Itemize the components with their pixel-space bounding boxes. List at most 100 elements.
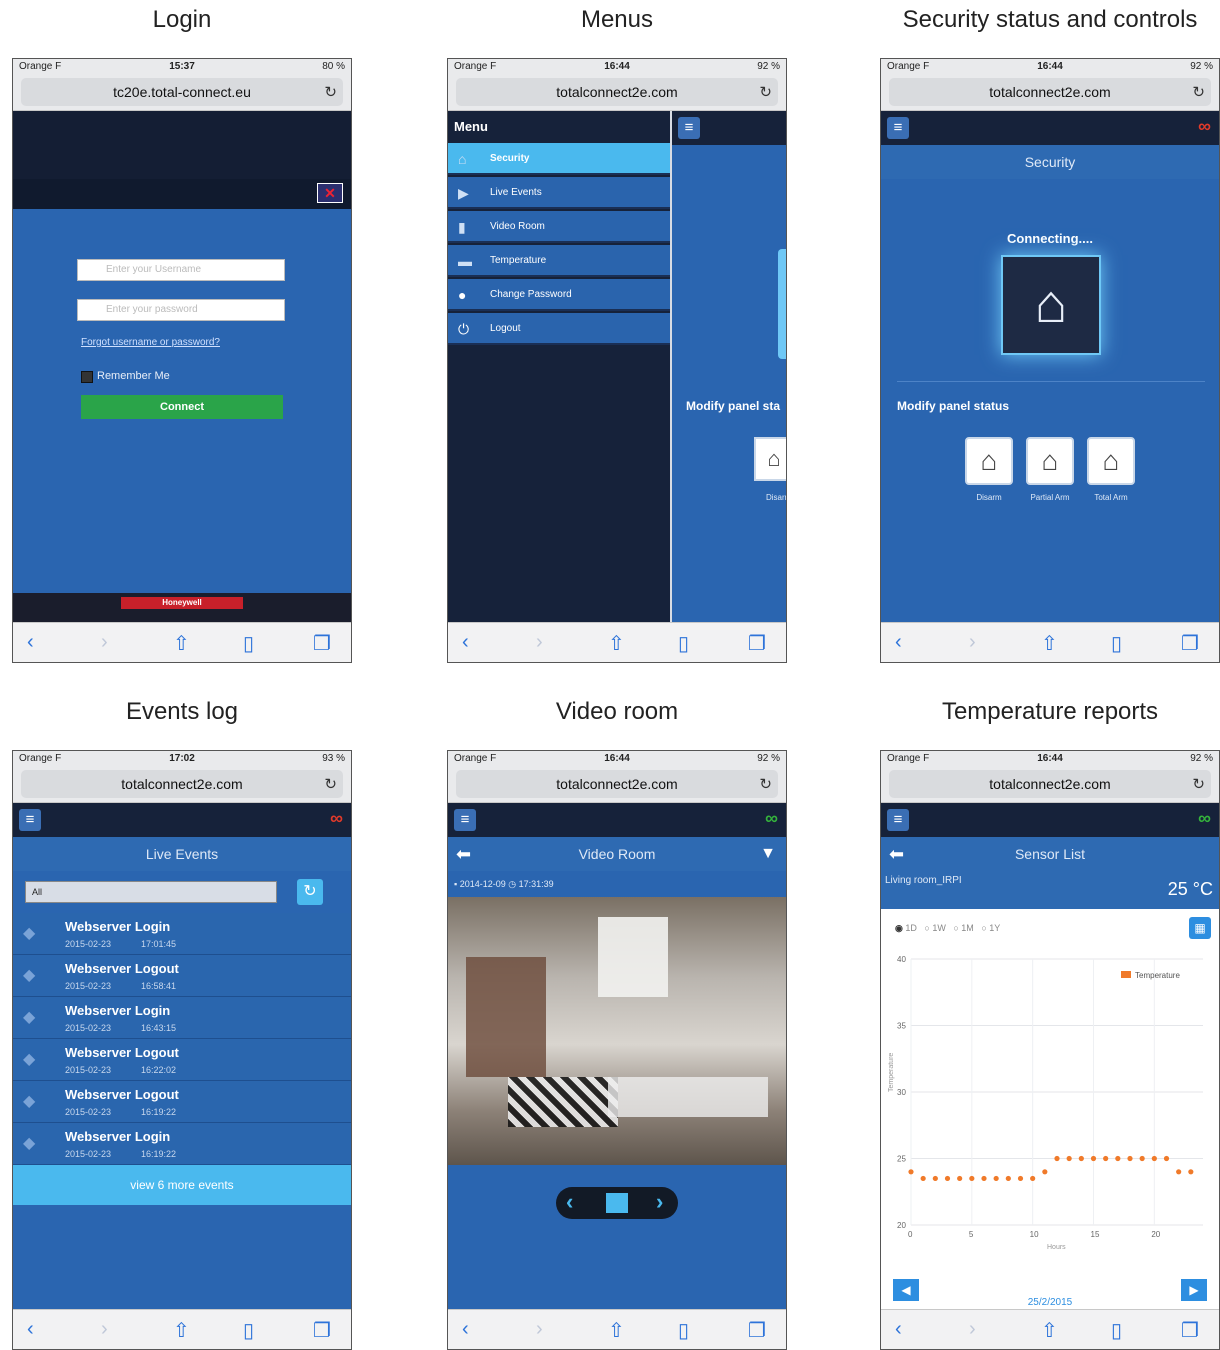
data-point — [1017, 1175, 1024, 1182]
range-1d[interactable]: ◉ 1D — [895, 923, 917, 933]
link-status-icon[interactable]: ∞ — [1198, 808, 1211, 829]
bookmarks-icon[interactable]: ▯ — [1111, 631, 1122, 656]
share-icon[interactable]: ⇧ — [608, 1318, 625, 1343]
back-arrow-icon[interactable]: ⬅ — [889, 837, 904, 871]
forward-icon[interactable]: › — [536, 1318, 543, 1341]
forward-icon[interactable]: › — [101, 631, 108, 654]
filter-select[interactable]: All — [25, 881, 277, 903]
tabs-icon[interactable]: ❐ — [1181, 631, 1199, 656]
range-1y[interactable]: ○ 1Y — [981, 923, 1000, 933]
menu-item-live-events[interactable]: ▶ Live Events — [448, 177, 670, 209]
data-point — [993, 1175, 999, 1182]
total-arm-button[interactable]: ⌂ — [1087, 437, 1135, 485]
url-field[interactable]: totalconnect2e.com — [456, 770, 778, 798]
events-icon: ▶ — [458, 185, 469, 201]
event-row[interactable]: ◆ Webserver Logout 2015-02-23 16:19:22 — [13, 1081, 351, 1123]
share-icon[interactable]: ⇧ — [608, 631, 625, 656]
forward-icon[interactable]: › — [969, 631, 976, 654]
back-arrow-icon[interactable]: ⬅ — [456, 837, 471, 871]
url-field[interactable]: tc20e.total-connect.eu — [21, 78, 343, 106]
partial-arm-button[interactable]: ⌂ — [1026, 437, 1074, 485]
tabs-icon[interactable]: ❐ — [313, 631, 331, 656]
reload-icon[interactable]: ↻ — [324, 83, 337, 101]
reload-icon[interactable]: ↻ — [759, 775, 772, 793]
sensor-row[interactable]: Living room_IRPI 25 °C — [881, 871, 1219, 909]
url-bar[interactable]: totalconnect2e.com ↻ — [448, 75, 786, 111]
link-status-icon[interactable]: ∞ — [1198, 116, 1211, 137]
bookmarks-icon[interactable]: ▯ — [243, 1318, 254, 1343]
back-icon[interactable]: ‹ — [462, 1318, 469, 1341]
menu-item-logout[interactable]: ⏻ Logout — [448, 313, 670, 345]
disarm-button[interactable]: ⌂ — [754, 437, 786, 481]
share-icon[interactable]: ⇧ — [173, 1318, 190, 1343]
share-icon[interactable]: ⇧ — [173, 631, 190, 656]
tabs-icon[interactable]: ❐ — [1181, 1318, 1199, 1343]
menu-item-video-room[interactable]: ▮ Video Room — [448, 211, 670, 243]
share-icon[interactable]: ⇧ — [1041, 631, 1058, 656]
menu-item-change-password[interactable]: ● Change Password — [448, 279, 670, 311]
url-field[interactable]: totalconnect2e.com — [21, 770, 343, 798]
uk-flag-icon[interactable]: ✕ — [317, 183, 343, 203]
range-1m[interactable]: ○ 1M — [953, 923, 973, 933]
menu-item-temperature[interactable]: ▬ Temperature — [448, 245, 670, 277]
remember-checkbox[interactable] — [81, 371, 93, 383]
url-bar[interactable]: totalconnect2e.com ↻ — [881, 767, 1219, 803]
link-status-icon[interactable]: ∞ — [330, 808, 343, 829]
battery: 92 % — [757, 61, 780, 72]
disarm-button[interactable]: ⌂ — [965, 437, 1013, 485]
back-icon[interactable]: ‹ — [895, 631, 902, 654]
view-more-button[interactable]: view 6 more events — [13, 1165, 351, 1205]
pan-left-icon[interactable]: ‹ — [566, 1189, 573, 1215]
url-bar[interactable]: tc20e.total-connect.eu ↻ — [13, 75, 351, 111]
event-row[interactable]: ◆ Webserver Logout 2015-02-23 16:22:02 — [13, 1039, 351, 1081]
forward-icon[interactable]: › — [101, 1318, 108, 1341]
share-icon[interactable]: ⇧ — [1041, 1318, 1058, 1343]
forward-icon[interactable]: › — [969, 1318, 976, 1341]
hamburger-icon[interactable]: ≡ — [887, 809, 909, 831]
back-icon[interactable]: ‹ — [895, 1318, 902, 1341]
back-icon[interactable]: ‹ — [27, 1318, 34, 1341]
hamburger-icon[interactable]: ≡ — [454, 809, 476, 831]
back-icon[interactable]: ‹ — [462, 631, 469, 654]
username-field[interactable]: Enter your Username — [77, 259, 285, 281]
phone-screen: Orange F 17:02 93 % totalconnect2e.com ↻… — [12, 750, 352, 1350]
url-field[interactable]: totalconnect2e.com — [889, 78, 1211, 106]
phone-screen: Orange F 16:44 92 % totalconnect2e.com ↻… — [447, 58, 787, 663]
pan-right-icon[interactable]: › — [656, 1189, 663, 1215]
reload-icon[interactable]: ↻ — [1192, 775, 1205, 793]
reload-icon[interactable]: ↻ — [759, 83, 772, 101]
reload-icon[interactable]: ↻ — [1192, 83, 1205, 101]
refresh-icon[interactable]: ↻ — [297, 879, 323, 905]
filter-icon[interactable]: ▼ — [760, 837, 776, 871]
url-bar[interactable]: totalconnect2e.com ↻ — [881, 75, 1219, 111]
url-bar[interactable]: totalconnect2e.com ↻ — [13, 767, 351, 803]
bookmarks-icon[interactable]: ▯ — [243, 631, 254, 656]
tabs-icon[interactable]: ❐ — [748, 631, 766, 656]
forgot-link[interactable]: Forgot username or password? — [81, 337, 220, 348]
event-row[interactable]: ◆ Webserver Login 2015-02-23 16:19:22 — [13, 1123, 351, 1165]
tabs-icon[interactable]: ❐ — [748, 1318, 766, 1343]
menu-item-security[interactable]: ⌂ Security — [448, 143, 670, 175]
connect-button[interactable]: Connect — [81, 395, 283, 419]
url-bar[interactable]: totalconnect2e.com ↻ — [448, 767, 786, 803]
hamburger-icon[interactable]: ≡ — [887, 117, 909, 139]
tabs-icon[interactable]: ❐ — [313, 1318, 331, 1343]
bookmarks-icon[interactable]: ▯ — [1111, 1318, 1122, 1343]
range-1w[interactable]: ○ 1W — [924, 923, 945, 933]
hamburger-icon[interactable]: ≡ — [19, 809, 41, 831]
bookmarks-icon[interactable]: ▯ — [678, 1318, 689, 1343]
stop-icon[interactable] — [606, 1193, 628, 1213]
event-row[interactable]: ◆ Webserver Login 2015-02-23 16:43:15 — [13, 997, 351, 1039]
reload-icon[interactable]: ↻ — [324, 775, 337, 793]
forward-icon[interactable]: › — [536, 631, 543, 654]
event-row[interactable]: ◆ Webserver Login 2015-02-23 17:01:45 — [13, 913, 351, 955]
calendar-icon[interactable]: ▦ — [1189, 917, 1211, 939]
url-field[interactable]: totalconnect2e.com — [456, 78, 778, 106]
password-field[interactable]: Enter your password — [77, 299, 285, 321]
event-row[interactable]: ◆ Webserver Logout 2015-02-23 16:58:41 — [13, 955, 351, 997]
back-icon[interactable]: ‹ — [27, 631, 34, 654]
link-status-icon[interactable]: ∞ — [765, 808, 778, 829]
bookmarks-icon[interactable]: ▯ — [678, 631, 689, 656]
url-field[interactable]: totalconnect2e.com — [889, 770, 1211, 798]
hamburger-icon[interactable]: ≡ — [678, 117, 700, 139]
